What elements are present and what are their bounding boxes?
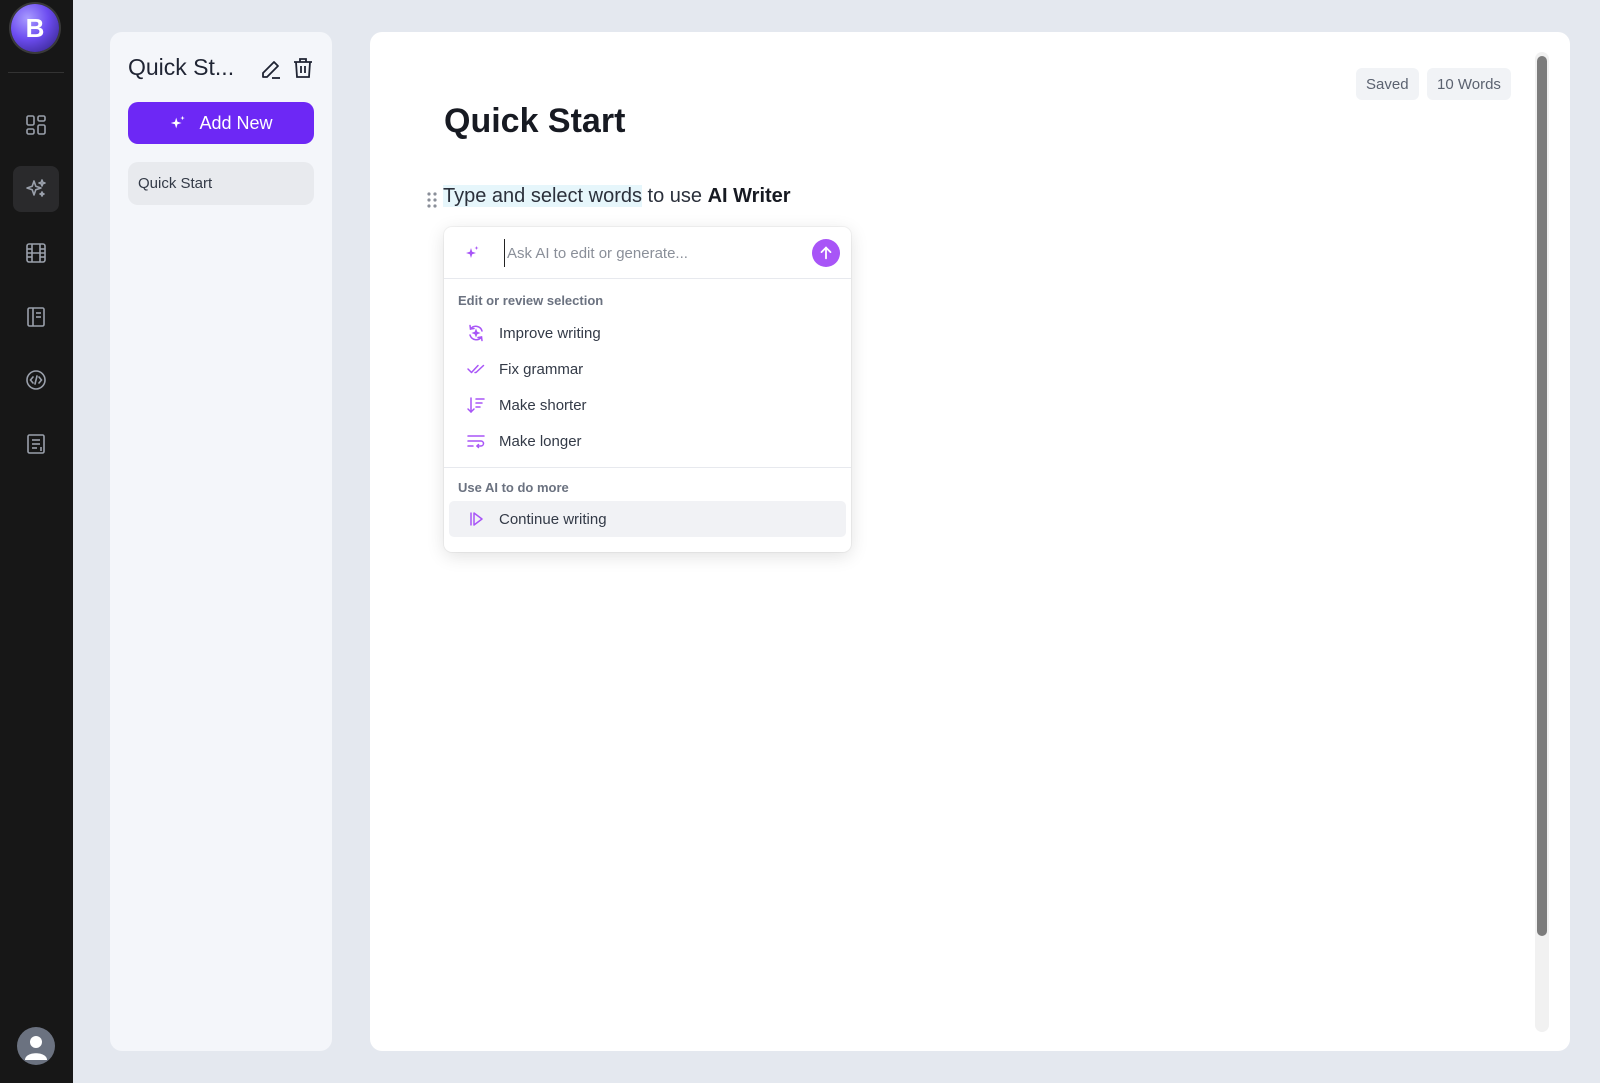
- drag-handle-icon[interactable]: [426, 190, 438, 210]
- nav-notebook[interactable]: [13, 294, 59, 340]
- paragraph-text: to use: [642, 185, 708, 207]
- nav-ai-writer[interactable]: [13, 166, 59, 212]
- menu-item-improve-writing[interactable]: Improve writing: [449, 315, 846, 351]
- ai-command-menu: Edit or review selection Improve writing…: [444, 227, 851, 552]
- play-forward-icon: [466, 509, 486, 529]
- menu-item-fix-grammar[interactable]: Fix grammar: [449, 351, 846, 387]
- app-logo[interactable]: B: [11, 4, 59, 52]
- scrollbar-thumb[interactable]: [1537, 56, 1547, 936]
- menu-item-continue-writing[interactable]: Continue writing: [449, 501, 846, 537]
- section-label-more: Use AI to do more: [458, 480, 569, 495]
- notebook-icon: [27, 307, 45, 327]
- document-list-item[interactable]: Quick Start: [128, 162, 314, 205]
- nav-dashboard[interactable]: [13, 102, 59, 148]
- trash-icon: [294, 58, 312, 78]
- double-check-icon: [466, 359, 486, 379]
- film-icon: [26, 243, 46, 263]
- menu-item-make-shorter[interactable]: Make shorter: [449, 387, 846, 423]
- editor-paragraph[interactable]: Type and select words to use AI Writer: [443, 185, 791, 208]
- sparkle-icon: [462, 243, 482, 263]
- bold-text: AI Writer: [707, 185, 791, 207]
- rail-divider: [8, 72, 64, 73]
- submit-button[interactable]: [812, 239, 840, 267]
- menu-item-make-longer[interactable]: Make longer: [449, 423, 846, 459]
- wrap-text-icon: [466, 431, 486, 451]
- selected-text[interactable]: Type and select words: [443, 185, 642, 207]
- dashboard-icon: [26, 115, 46, 135]
- current-document-title: Quick St...: [128, 54, 235, 80]
- user-icon: [25, 1036, 47, 1060]
- editor-panel: Saved 10 Words Quick Start Type and sele…: [370, 32, 1570, 1051]
- delete-button[interactable]: [291, 56, 315, 80]
- document-heading[interactable]: Quick Start: [444, 102, 625, 141]
- icon-rail: B: [0, 0, 73, 1083]
- nav-documents[interactable]: [13, 421, 59, 467]
- nav-video[interactable]: [13, 230, 59, 276]
- document-list-panel: Quick St... Add New Quick Start: [110, 32, 332, 1051]
- saved-status-badge: Saved: [1356, 68, 1419, 100]
- ai-prompt-row: [444, 227, 851, 279]
- pencil-icon: [262, 61, 280, 79]
- sparkles-icon: [171, 115, 186, 129]
- document-icon: [27, 434, 45, 454]
- sort-shorter-icon: [466, 395, 486, 415]
- arrow-up-icon: [820, 246, 832, 260]
- editor-scrollbar[interactable]: [1535, 52, 1549, 1032]
- add-new-button[interactable]: Add New: [128, 102, 314, 144]
- user-avatar[interactable]: [17, 1027, 55, 1065]
- nav-code[interactable]: [13, 357, 59, 403]
- menu-divider: [444, 467, 851, 468]
- word-count-badge: 10 Words: [1427, 68, 1511, 100]
- code-icon: [26, 370, 46, 390]
- sparkles-icon: [26, 179, 46, 197]
- ai-prompt-input[interactable]: [504, 239, 794, 267]
- refresh-sparkle-icon: [466, 323, 486, 343]
- rename-button[interactable]: [259, 57, 283, 81]
- section-label-edit: Edit or review selection: [458, 293, 604, 308]
